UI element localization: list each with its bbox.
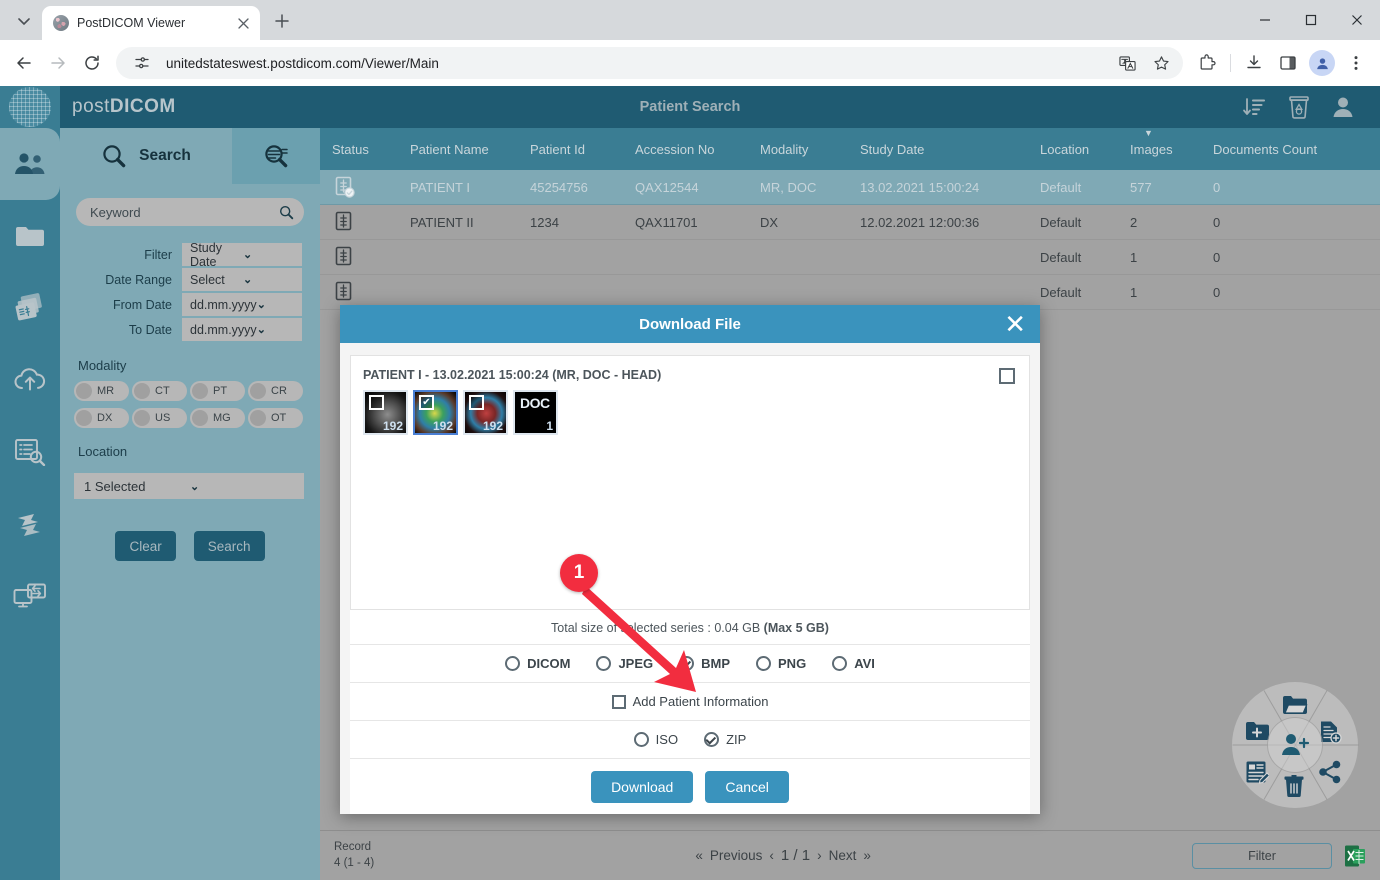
radio-icon[interactable] (832, 656, 847, 671)
extensions-icon[interactable] (1191, 47, 1223, 79)
url-text[interactable]: unitedstateswest.postdicom.com/Viewer/Ma… (166, 56, 1103, 71)
series-thumbnail-selected[interactable]: ✔ 192 (413, 390, 458, 435)
series-study-label: PATIENT I - 13.02.2021 15:00:24 (MR, DOC… (363, 368, 1017, 382)
maximize-icon[interactable] (1288, 0, 1334, 40)
minimize-icon[interactable] (1242, 0, 1288, 40)
radio-checked-icon[interactable] (704, 732, 719, 747)
translate-icon[interactable] (1111, 47, 1143, 79)
modal-overlay: Download File ✕ PATIENT I - 13.02.2021 1… (0, 86, 1380, 880)
package-options: ISO ZIP (350, 720, 1030, 758)
format-label-png: PNG (778, 656, 806, 671)
close-icon[interactable]: ✕ (1004, 311, 1026, 337)
side-panel-icon[interactable] (1272, 47, 1304, 79)
download-button[interactable]: Download (591, 771, 693, 803)
package-label-iso: ISO (656, 732, 678, 747)
address-bar[interactable]: unitedstateswest.postdicom.com/Viewer/Ma… (116, 47, 1183, 79)
series-thumbnail[interactable]: 192 (363, 390, 408, 435)
series-checkbox[interactable] (469, 395, 484, 410)
cancel-button[interactable]: Cancel (705, 771, 789, 803)
radio-icon[interactable] (505, 656, 520, 671)
window-controls (1242, 0, 1380, 40)
browser-tab[interactable]: PostDICOM Viewer (42, 6, 260, 40)
forward-arrow-icon (42, 47, 74, 79)
series-image-count: 192 (383, 419, 403, 433)
package-label-zip: ZIP (726, 732, 746, 747)
package-option-iso[interactable]: ISO (634, 732, 678, 747)
reload-icon[interactable] (76, 47, 108, 79)
new-tab-button[interactable] (268, 7, 296, 35)
radio-icon[interactable] (756, 656, 771, 671)
tab-strip: PostDICOM Viewer (0, 0, 1380, 40)
more-menu-icon[interactable] (1340, 47, 1372, 79)
profile-icon[interactable] (1306, 47, 1338, 79)
document-label: DOC (520, 395, 550, 411)
document-thumbnail[interactable]: DOC 1 (513, 390, 558, 435)
dialog-footer: Download Cancel (350, 758, 1030, 814)
avatar[interactable] (1309, 50, 1335, 76)
package-option-zip[interactable]: ZIP (704, 732, 746, 747)
series-thumbnail[interactable]: 192 (463, 390, 508, 435)
format-label-dicom: DICOM (527, 656, 570, 671)
format-option-avi[interactable]: AVI (832, 656, 875, 671)
annotation-step-badge: 1 (560, 554, 598, 592)
tab-title: PostDICOM Viewer (77, 16, 226, 30)
postdicom-app: postDICOM Patient Search (0, 86, 1380, 880)
format-option-png[interactable]: PNG (756, 656, 806, 671)
postdicom-favicon (53, 15, 69, 31)
page-settings-icon[interactable] (126, 47, 158, 79)
format-option-dicom[interactable]: DICOM (505, 656, 570, 671)
dialog-title: Download File (639, 316, 741, 333)
back-arrow-icon[interactable] (8, 47, 40, 79)
toolbar-divider (1230, 54, 1231, 72)
download-file-dialog: Download File ✕ PATIENT I - 13.02.2021 1… (340, 305, 1040, 814)
radio-icon[interactable] (634, 732, 649, 747)
total-size-max: (Max 5 GB) (764, 621, 829, 635)
browser-window: PostDICOM Viewer (0, 0, 1380, 880)
format-label-avi: AVI (854, 656, 875, 671)
close-icon[interactable] (234, 14, 252, 32)
document-count: 1 (546, 419, 553, 433)
window-close-icon[interactable] (1334, 0, 1380, 40)
select-all-series-checkbox[interactable] (999, 368, 1015, 384)
downloads-icon[interactable] (1238, 47, 1270, 79)
series-checkbox[interactable] (369, 395, 384, 410)
series-thumbnails: 192 ✔ 192 192 DOC (363, 390, 1017, 435)
annotation-arrow-icon (580, 576, 720, 716)
series-image-count: 192 (483, 419, 503, 433)
series-list: PATIENT I - 13.02.2021 15:00:24 (MR, DOC… (350, 355, 1030, 610)
series-image-count: 192 (433, 419, 453, 433)
dialog-header: Download File ✕ (340, 305, 1040, 343)
star-icon[interactable] (1145, 47, 1177, 79)
browser-toolbar: unitedstateswest.postdicom.com/Viewer/Ma… (0, 40, 1380, 86)
series-checkbox-checked[interactable]: ✔ (419, 395, 434, 410)
tab-search-button[interactable] (10, 7, 38, 35)
